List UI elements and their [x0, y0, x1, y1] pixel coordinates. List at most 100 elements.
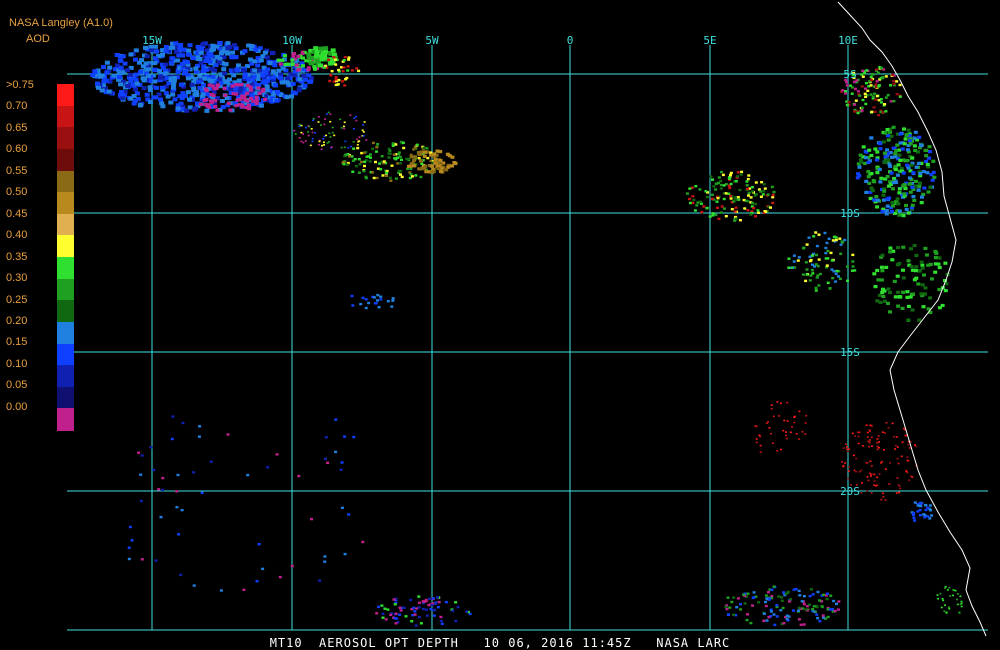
aerosol-pixel — [421, 607, 425, 611]
aerosol-pixel — [946, 589, 949, 591]
aerosol-pixel — [396, 156, 400, 159]
aerosol-pixel — [875, 150, 880, 154]
aerosol-pixel — [344, 78, 348, 81]
aerosol-pixel — [265, 67, 271, 72]
aerosol-pixel — [886, 138, 891, 142]
aerosol-pixel — [834, 272, 838, 275]
aerosol-pixel — [913, 501, 917, 504]
aerosol-pixel — [752, 596, 756, 599]
aerosol-pixel — [893, 167, 898, 172]
aerosol-pixel — [104, 60, 110, 65]
aerosol-pixel — [878, 180, 883, 184]
aerosol-pixel — [908, 182, 913, 186]
aerosol-pixel — [179, 573, 183, 577]
aerosol-pixel — [192, 584, 196, 587]
aerosol-pixel — [842, 447, 845, 449]
aerosol-pixel — [747, 191, 751, 195]
aerosol-pixel — [898, 158, 903, 162]
color-scale-swatch — [57, 192, 74, 215]
aerosol-pixel — [152, 61, 158, 66]
aerosol-pixel — [130, 539, 134, 542]
aerosol-pixel — [111, 73, 117, 78]
aerosol-pixel — [134, 81, 140, 86]
aerosol-pixel — [133, 48, 139, 53]
aerosol-pixel — [300, 140, 303, 143]
aerosol-pixel — [320, 51, 326, 56]
aerosol-pixel — [300, 131, 303, 134]
aerosol-pixel — [856, 111, 860, 115]
aerosol-pixel — [906, 318, 911, 322]
aerosol-pixel — [239, 83, 244, 87]
aerosol-pixel — [163, 71, 169, 76]
aerosol-pixel — [187, 43, 193, 48]
aerosol-pixel — [759, 451, 762, 453]
aerosol-pixel — [775, 604, 779, 607]
aerosol-pixel — [898, 83, 902, 87]
aerosol-pixel — [694, 185, 698, 188]
aerosol-pixel — [179, 96, 185, 101]
aerosol-pixel — [905, 148, 910, 152]
aerosol-pixel — [735, 606, 739, 609]
aerosol-pixel — [894, 444, 897, 447]
aerosol-pixel — [404, 615, 408, 618]
aerosol-pixel — [925, 162, 930, 167]
aerosol-pixel — [419, 175, 423, 179]
aerosol-pixel — [943, 261, 948, 265]
aerosol-pixel — [862, 161, 867, 165]
aerosol-pixel — [329, 136, 332, 138]
aerosol-pixel — [875, 68, 878, 71]
aerosol-pixel — [375, 176, 379, 180]
aerosol-pixel — [244, 106, 249, 110]
aerosol-pixel — [280, 80, 285, 85]
aerosol-pixel — [875, 198, 880, 202]
aerosol-pixel — [359, 302, 363, 306]
aerosol-pixel — [308, 61, 314, 66]
aerosol-pixel — [863, 149, 868, 153]
aerosol-pixel — [792, 609, 795, 612]
aerosol-pixel — [245, 91, 250, 95]
aerosol-pixel — [881, 76, 885, 80]
aerosol-pixel — [839, 243, 843, 246]
aerosol-pixel — [257, 68, 263, 73]
aerosol-pixel — [255, 580, 259, 583]
aerosol-pixel — [870, 492, 873, 494]
aerosol-pixel — [236, 63, 241, 68]
aerosol-pixel — [902, 183, 907, 187]
aerosol-pixel — [171, 82, 177, 87]
aerosol-pixel — [923, 286, 928, 290]
aerosol-pixel — [738, 188, 742, 192]
color-scale-label: 0.70 — [6, 100, 28, 113]
aerosol-pixel — [327, 58, 331, 61]
aerosol-pixel — [333, 134, 336, 137]
aerosol-pixel — [899, 487, 902, 490]
aerosol-pixel — [897, 191, 902, 195]
aerosol-pixel — [762, 612, 766, 615]
aerosol-pixel — [180, 53, 186, 58]
aerosol-pixel — [334, 76, 338, 79]
aerosol-pixel — [894, 448, 896, 450]
aerosol-pixel — [362, 124, 365, 126]
aerosol-pixel — [798, 438, 801, 440]
aerosol-pixel — [223, 93, 228, 97]
aerosol-pixel — [432, 614, 436, 617]
aerosol-pixel — [422, 600, 426, 603]
aerosol-pixel — [770, 588, 774, 592]
aerosol-pixel — [456, 605, 460, 609]
aerosol-pixel — [318, 140, 321, 143]
aerosol-pixel — [392, 153, 396, 156]
aerosol-pixel — [869, 424, 872, 427]
source-label: NASA Langley (A1.0) — [9, 17, 113, 29]
aerosol-pixel — [324, 457, 327, 460]
aerosol-pixel — [815, 276, 819, 279]
aerosol-pixel — [328, 79, 332, 83]
aerosol-pixel — [770, 185, 774, 189]
aerosol-pixel — [851, 432, 854, 435]
aerosol-pixel — [785, 437, 788, 440]
aerosol-pixel — [438, 169, 443, 173]
aerosol-pixel — [916, 161, 921, 165]
aerosol-pixel — [345, 163, 349, 166]
aerosol-pixel — [920, 195, 924, 199]
aerosol-pixel — [896, 202, 901, 206]
aerosol-pixel — [719, 187, 723, 190]
aerosol-pixel — [413, 610, 417, 613]
